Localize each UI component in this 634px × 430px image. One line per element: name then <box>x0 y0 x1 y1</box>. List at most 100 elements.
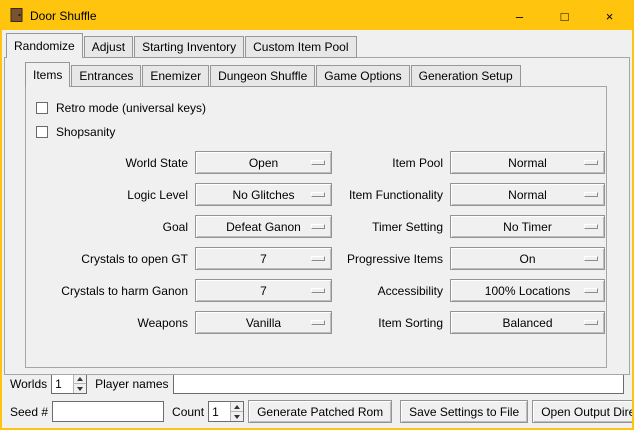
count-label: Count <box>172 405 204 419</box>
dropdown-indicator-icon <box>311 224 325 229</box>
shopsanity-row: Shopsanity <box>36 121 606 143</box>
save-settings-button[interactable]: Save Settings to File <box>400 400 528 423</box>
tab-enemizer[interactable]: Enemizer <box>142 65 209 87</box>
crystals-open-gt-label: Crystals to open GT <box>40 252 188 266</box>
worlds-spin-up-button[interactable] <box>74 374 86 383</box>
worlds-label: Worlds <box>10 377 47 391</box>
window-controls: – □ × <box>497 2 632 30</box>
world-state-dropdown[interactable]: Open <box>195 151 332 174</box>
goal-label: Goal <box>40 220 188 234</box>
timer-setting-dropdown[interactable]: No Timer <box>450 215 605 238</box>
tab-game-options[interactable]: Game Options <box>316 65 409 87</box>
tab-randomize[interactable]: Randomize <box>6 33 83 58</box>
retro-mode-checkbox[interactable] <box>36 102 48 114</box>
close-button[interactable]: × <box>587 2 632 30</box>
timer-setting-label: Timer Setting <box>339 220 443 234</box>
progressive-items-label: Progressive Items <box>339 252 443 266</box>
items-pane: Retro mode (universal keys) Shopsanity W… <box>25 86 607 368</box>
count-input[interactable] <box>209 402 230 421</box>
dropdown-indicator-icon <box>584 320 598 325</box>
minimize-button[interactable]: – <box>497 2 542 30</box>
dropdown-indicator-icon <box>311 192 325 197</box>
count-spinner-arrows <box>230 402 243 421</box>
count-spin-down-button[interactable] <box>231 411 243 421</box>
dropdown-indicator-icon <box>584 192 598 197</box>
tab-starting-inventory[interactable]: Starting Inventory <box>134 36 244 58</box>
weapons-value: Vanilla <box>246 316 281 330</box>
logic-level-label: Logic Level <box>40 188 188 202</box>
crystals-harm-ganon-value: 7 <box>260 284 267 298</box>
player-names-input[interactable] <box>173 373 625 394</box>
retro-mode-row: Retro mode (universal keys) <box>36 97 606 119</box>
shopsanity-label: Shopsanity <box>56 125 115 139</box>
worlds-spin-down-button[interactable] <box>74 383 86 393</box>
randomize-pane: Items Entrances Enemizer Dungeon Shuffle… <box>4 57 630 375</box>
crystals-harm-ganon-label: Crystals to harm Ganon <box>40 284 188 298</box>
worlds-input[interactable] <box>52 374 73 393</box>
options-grid: World State Open Item Pool Normal Logic … <box>40 151 606 334</box>
open-output-directory-button[interactable]: Open Output Directory <box>532 400 634 423</box>
app-icon <box>10 8 23 25</box>
item-pool-label: Item Pool <box>339 156 443 170</box>
timer-setting-value: No Timer <box>503 220 552 234</box>
worlds-spinner-arrows <box>73 374 86 393</box>
seed-label: Seed # <box>10 405 48 419</box>
crystals-open-gt-dropdown[interactable]: 7 <box>195 247 332 270</box>
item-sorting-value: Balanced <box>502 316 552 330</box>
generate-patched-rom-button[interactable]: Generate Patched Rom <box>248 400 392 423</box>
bottom-controls: Worlds Player names Seed # Count <box>10 373 624 423</box>
player-names-label: Player names <box>95 377 168 391</box>
window-title: Door Shuffle <box>30 9 97 23</box>
progressive-items-dropdown[interactable]: On <box>450 247 605 270</box>
worlds-spinner <box>51 373 87 394</box>
tab-dungeon-shuffle[interactable]: Dungeon Shuffle <box>210 65 315 87</box>
seed-input[interactable] <box>52 401 164 422</box>
crystals-harm-ganon-dropdown[interactable]: 7 <box>195 279 332 302</box>
item-pool-value: Normal <box>508 156 547 170</box>
progressive-items-value: On <box>519 252 535 266</box>
door-shuffle-window: Door Shuffle – □ × Randomize Adjust Star… <box>0 0 634 430</box>
logic-level-dropdown[interactable]: No Glitches <box>195 183 332 206</box>
maximize-icon: □ <box>561 10 569 23</box>
dropdown-indicator-icon <box>584 224 598 229</box>
item-sorting-label: Item Sorting <box>339 316 443 330</box>
shopsanity-checkbox[interactable] <box>36 126 48 138</box>
worlds-row: Worlds Player names <box>10 373 624 394</box>
up-arrow-icon <box>77 377 83 381</box>
dropdown-indicator-icon <box>311 288 325 293</box>
accessibility-dropdown[interactable]: 100% Locations <box>450 279 605 302</box>
world-state-label: World State <box>40 156 188 170</box>
count-spin-up-button[interactable] <box>231 402 243 411</box>
down-arrow-icon <box>234 415 240 419</box>
retro-mode-label: Retro mode (universal keys) <box>56 101 206 115</box>
world-state-value: Open <box>249 156 278 170</box>
tab-custom-item-pool[interactable]: Custom Item Pool <box>245 36 356 58</box>
dropdown-indicator-icon <box>311 256 325 261</box>
item-sorting-dropdown[interactable]: Balanced <box>450 311 605 334</box>
outer-tab-bar: Randomize Adjust Starting Inventory Cust… <box>6 33 632 57</box>
dropdown-indicator-icon <box>311 160 325 165</box>
dropdown-indicator-icon <box>584 160 598 165</box>
dropdown-indicator-icon <box>584 288 598 293</box>
count-spinner <box>208 401 244 422</box>
tab-entrances[interactable]: Entrances <box>71 65 141 87</box>
tab-adjust[interactable]: Adjust <box>84 36 133 58</box>
inner-tab-bar: Items Entrances Enemizer Dungeon Shuffle… <box>25 62 629 86</box>
item-functionality-label: Item Functionality <box>339 188 443 202</box>
seed-row: Seed # Count Generate Patched Rom Save S… <box>10 400 624 423</box>
maximize-button[interactable]: □ <box>542 2 587 30</box>
item-pool-dropdown[interactable]: Normal <box>450 151 605 174</box>
goal-dropdown[interactable]: Defeat Ganon <box>195 215 332 238</box>
dropdown-indicator-icon <box>311 320 325 325</box>
item-functionality-value: Normal <box>508 188 547 202</box>
down-arrow-icon <box>77 387 83 391</box>
tab-items[interactable]: Items <box>25 62 70 87</box>
weapons-dropdown[interactable]: Vanilla <box>195 311 332 334</box>
tab-generation-setup[interactable]: Generation Setup <box>411 65 521 87</box>
titlebar: Door Shuffle – □ × <box>2 2 632 30</box>
goal-value: Defeat Ganon <box>226 220 301 234</box>
item-functionality-dropdown[interactable]: Normal <box>450 183 605 206</box>
crystals-open-gt-value: 7 <box>260 252 267 266</box>
up-arrow-icon <box>234 405 240 409</box>
weapons-label: Weapons <box>40 316 188 330</box>
